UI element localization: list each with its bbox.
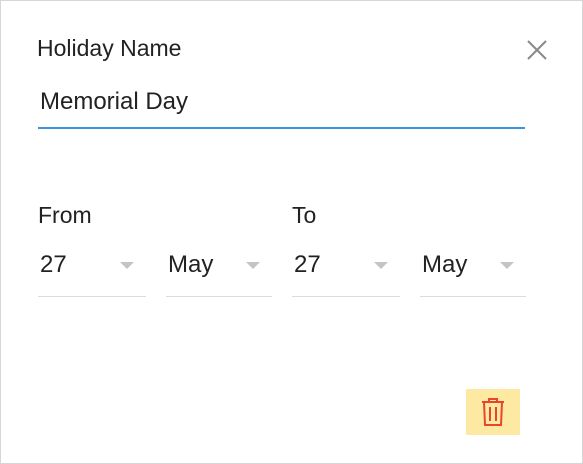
holiday-name-input[interactable] — [38, 77, 525, 129]
to-day-value: 27 — [294, 251, 321, 278]
chevron-down-icon — [246, 262, 260, 269]
from-label: From — [38, 202, 92, 228]
from-day-select[interactable]: 27 — [38, 241, 146, 297]
to-label: To — [292, 202, 317, 228]
holiday-dialog: Holiday Name From To 27 May 27 May — [0, 0, 583, 464]
from-month-value: May — [168, 251, 214, 278]
holiday-name-label: Holiday Name — [37, 35, 182, 61]
chevron-down-icon — [374, 262, 388, 269]
trash-icon — [482, 398, 504, 426]
to-month-select[interactable]: May — [420, 241, 526, 297]
from-month-select[interactable]: May — [166, 241, 272, 297]
close-icon — [527, 40, 547, 60]
from-day-value: 27 — [40, 251, 67, 278]
to-day-select[interactable]: 27 — [292, 241, 400, 297]
chevron-down-icon — [120, 262, 134, 269]
to-month-value: May — [422, 251, 468, 278]
close-button[interactable] — [525, 38, 549, 62]
chevron-down-icon — [500, 262, 514, 269]
delete-button[interactable] — [466, 389, 520, 435]
